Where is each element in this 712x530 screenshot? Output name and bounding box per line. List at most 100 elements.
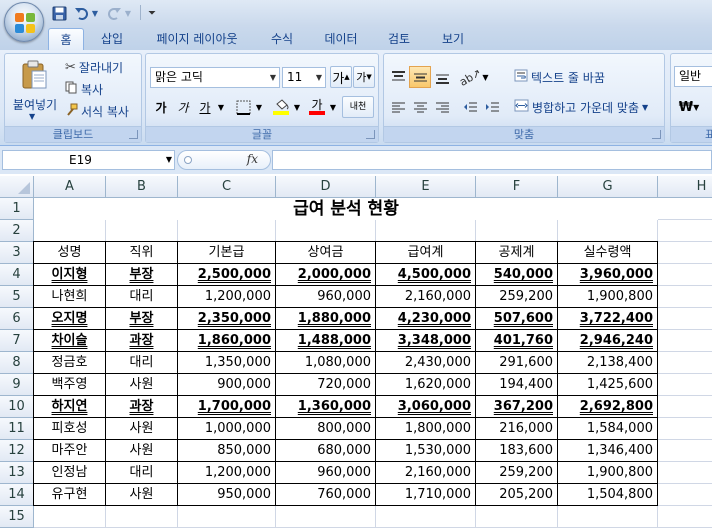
table-cell-e4[interactable]: 4,500,000 — [376, 264, 476, 286]
column-header-f[interactable]: F — [476, 176, 558, 198]
table-cell-c7[interactable]: 1,860,000 — [178, 330, 276, 352]
table-cell-b6[interactable]: 부장 — [106, 308, 178, 330]
table-cell-a12[interactable]: 마주안 — [33, 440, 106, 462]
cell-h6[interactable] — [658, 308, 712, 330]
name-box-dropdown-icon[interactable]: ▼ — [166, 151, 172, 169]
table-header-1[interactable]: 성명 — [33, 241, 106, 264]
table-cell-g10[interactable]: 2,692,800 — [558, 396, 658, 418]
fill-color-button[interactable] — [270, 96, 292, 118]
alignment-launcher-icon[interactable] — [652, 130, 661, 139]
column-header-b[interactable]: B — [106, 176, 178, 198]
cell-a2[interactable] — [34, 220, 106, 242]
cell-f2[interactable] — [476, 220, 558, 242]
office-button[interactable] — [4, 2, 44, 42]
column-header-e[interactable]: E — [376, 176, 476, 198]
row-header-2[interactable]: 2 — [0, 220, 34, 242]
table-cell-d12[interactable]: 680,000 — [276, 440, 376, 462]
cell-h11[interactable] — [658, 418, 712, 440]
phonetic-guide-button[interactable]: 내천 — [342, 96, 374, 118]
align-bottom-button[interactable] — [431, 66, 453, 88]
resize-handle-icon[interactable] — [184, 156, 192, 164]
italic-button[interactable]: 가 — [172, 96, 194, 118]
table-cell-a8[interactable]: 정금호 — [33, 352, 106, 374]
table-cell-a11[interactable]: 피호성 — [33, 418, 106, 440]
table-cell-c4[interactable]: 2,500,000 — [178, 264, 276, 286]
font-color-dropdown-icon[interactable]: ▼ — [328, 96, 338, 118]
cell-b15[interactable] — [106, 506, 178, 528]
table-cell-f13[interactable]: 259,200 — [476, 462, 558, 484]
table-cell-b9[interactable]: 사원 — [106, 374, 178, 396]
cell-f15[interactable] — [476, 506, 558, 528]
table-cell-c8[interactable]: 1,350,000 — [178, 352, 276, 374]
cell-h13[interactable] — [658, 462, 712, 484]
column-header-c[interactable]: C — [178, 176, 276, 198]
cell-h1[interactable] — [658, 198, 712, 220]
font-name-combo[interactable]: 맑은 고딕 ▼ — [150, 67, 280, 88]
tab-formulas[interactable]: 수식 — [262, 28, 302, 50]
table-cell-g8[interactable]: 2,138,400 — [558, 352, 658, 374]
cell-h10[interactable] — [658, 396, 712, 418]
cell-a15[interactable] — [34, 506, 106, 528]
underline-button[interactable]: 가 — [194, 96, 216, 118]
font-size-dropdown-icon[interactable]: ▼ — [313, 68, 325, 87]
tab-data[interactable]: 데이터 — [316, 28, 366, 50]
cut-button[interactable]: ✂ 잘라내기 — [65, 57, 123, 77]
cell-h15[interactable] — [658, 506, 712, 528]
fill-color-dropdown-icon[interactable]: ▼ — [292, 96, 302, 118]
sheet-title[interactable]: 급여 분석 현황 — [34, 198, 658, 220]
tab-home[interactable]: 홈 — [48, 28, 84, 50]
table-header-6[interactable]: 공제계 — [476, 241, 558, 264]
tab-insert[interactable]: 삽입 — [92, 28, 132, 50]
table-cell-d9[interactable]: 720,000 — [276, 374, 376, 396]
table-cell-c14[interactable]: 950,000 — [178, 484, 276, 506]
border-dropdown-icon[interactable]: ▼ — [254, 96, 264, 118]
table-cell-c12[interactable]: 850,000 — [178, 440, 276, 462]
table-cell-g4[interactable]: 3,960,000 — [558, 264, 658, 286]
table-cell-d7[interactable]: 1,488,000 — [276, 330, 376, 352]
table-cell-e14[interactable]: 1,710,000 — [376, 484, 476, 506]
table-header-4[interactable]: 상여금 — [276, 241, 376, 264]
orientation-button[interactable]: ab↗ ▼ — [458, 66, 489, 89]
cell-d2[interactable] — [276, 220, 376, 242]
select-all-corner[interactable] — [0, 176, 34, 198]
align-center-button[interactable] — [409, 96, 431, 118]
table-cell-d8[interactable]: 1,080,000 — [276, 352, 376, 374]
table-cell-c11[interactable]: 1,000,000 — [178, 418, 276, 440]
row-header-3[interactable]: 3 — [0, 242, 34, 264]
row-header-11[interactable]: 11 — [0, 418, 34, 440]
wrap-text-button[interactable]: 텍스트 줄 바꿈 — [514, 67, 605, 87]
cell-h4[interactable] — [658, 264, 712, 286]
align-left-button[interactable] — [387, 96, 409, 118]
table-cell-c6[interactable]: 2,350,000 — [178, 308, 276, 330]
table-header-3[interactable]: 기본급 — [178, 241, 276, 264]
bold-button[interactable]: 가 — [150, 96, 172, 118]
table-cell-a13[interactable]: 인정남 — [33, 462, 106, 484]
table-cell-c13[interactable]: 1,200,000 — [178, 462, 276, 484]
column-header-a[interactable]: A — [34, 176, 106, 198]
table-cell-f10[interactable]: 367,200 — [476, 396, 558, 418]
row-header-10[interactable]: 10 — [0, 396, 34, 418]
cell-e2[interactable] — [376, 220, 476, 242]
merge-center-button[interactable]: 병합하고 가운데 맞춤 ▼ — [514, 97, 648, 117]
cell-h5[interactable] — [658, 286, 712, 308]
table-cell-a4[interactable]: 이지형 — [33, 264, 106, 286]
column-header-h[interactable]: H — [658, 176, 712, 198]
table-cell-a14[interactable]: 유구현 — [33, 484, 106, 506]
row-header-4[interactable]: 4 — [0, 264, 34, 286]
table-cell-e6[interactable]: 4,230,000 — [376, 308, 476, 330]
table-cell-e12[interactable]: 1,530,000 — [376, 440, 476, 462]
table-cell-g7[interactable]: 2,946,240 — [558, 330, 658, 352]
table-cell-a9[interactable]: 백주영 — [33, 374, 106, 396]
number-format-combo[interactable]: 일반 — [674, 66, 712, 87]
table-cell-b14[interactable]: 사원 — [106, 484, 178, 506]
undo-dropdown-icon[interactable]: ▼ — [90, 4, 100, 22]
table-cell-g5[interactable]: 1,900,800 — [558, 286, 658, 308]
table-cell-c10[interactable]: 1,700,000 — [178, 396, 276, 418]
decrease-indent-button[interactable] — [459, 96, 481, 118]
table-cell-e11[interactable]: 1,800,000 — [376, 418, 476, 440]
cell-h9[interactable] — [658, 374, 712, 396]
row-header-5[interactable]: 5 — [0, 286, 34, 308]
table-cell-g9[interactable]: 1,425,600 — [558, 374, 658, 396]
font-size-combo[interactable]: 11 ▼ — [282, 67, 326, 88]
table-cell-c5[interactable]: 1,200,000 — [178, 286, 276, 308]
